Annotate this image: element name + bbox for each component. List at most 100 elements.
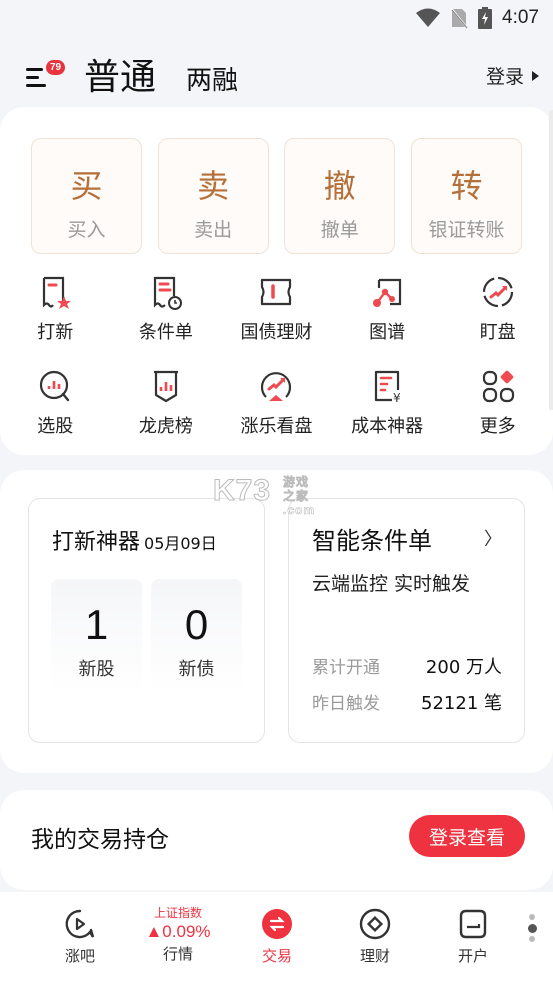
condition-order-clock-icon — [153, 276, 182, 310]
watermark-site-name: 游戏之家 — [283, 475, 310, 504]
nav-label: 开户 — [457, 947, 488, 965]
feature-treasury-bond[interactable]: 国债理财 — [221, 272, 332, 344]
sell-button[interactable]: 卖 卖出 — [157, 138, 269, 254]
more-options-button[interactable] — [527, 914, 537, 942]
market-index-name: 上证指数 — [153, 906, 202, 920]
wifi-icon — [416, 8, 441, 27]
smart-order-title: 智能条件单 — [312, 527, 432, 555]
nav-trade[interactable]: 交易 — [237, 892, 317, 966]
caret-right-icon — [532, 70, 539, 81]
buy-glyph: 买 — [70, 167, 103, 205]
holdings-card: 我的交易持仓 登录查看 — [0, 790, 553, 890]
exchange-icon — [262, 909, 292, 939]
login-view-button[interactable]: 登录查看 — [409, 815, 525, 857]
clock: 4:07 — [502, 7, 539, 28]
menu-button[interactable]: 79 — [26, 60, 70, 90]
feature-dragon-tiger-list[interactable]: 龙虎榜 — [111, 366, 222, 438]
feature-watch[interactable]: 盯盘 — [442, 272, 553, 344]
feature-stock-picker[interactable]: 选股 — [0, 366, 111, 438]
svg-text:¥: ¥ — [393, 391, 401, 405]
nav-open-account[interactable]: 开户 — [433, 892, 513, 966]
battery-charging-icon — [478, 7, 493, 29]
tab-margin-account[interactable]: 两融 — [186, 60, 238, 97]
smart-order-desc: 云端监控 实时触发 — [312, 573, 471, 595]
new-stocks-stat[interactable]: 1 新股 — [51, 579, 142, 694]
feature-grid: 打新 条件单 国债理财 图谱 盯盘 选股 龙虎榜 涨乐看盘 ¥ 成本神器 更多 — [0, 272, 553, 438]
bottom-nav: 涨吧 上证指数 ▲0.09% 行情 交易 理财 开户 — [0, 892, 553, 983]
nav-wealth[interactable]: 理财 — [335, 892, 415, 966]
cancel-glyph: 撤 — [323, 167, 356, 205]
play-bubble-icon — [65, 909, 95, 939]
notification-badge: 79 — [46, 60, 66, 75]
sell-glyph: 卖 — [197, 167, 230, 205]
new-bonds-label: 新债 — [178, 659, 215, 680]
bank-transfer-button[interactable]: 转 银证转账 — [410, 138, 522, 254]
feature-more[interactable]: 更多 — [442, 366, 553, 438]
menu-icon — [26, 68, 43, 71]
market-view-icon — [261, 372, 292, 401]
login-link[interactable]: 登录 — [486, 62, 539, 89]
status-bar: 4:07 — [0, 0, 553, 38]
ipo-tool-name: 打新神器 — [52, 530, 141, 555]
ipo-tool-panel[interactable]: 打新神器 05月09日 1 新股 0 新债 — [28, 498, 265, 743]
nav-community[interactable]: 涨吧 — [40, 892, 120, 966]
nav-label: 交易 — [261, 947, 292, 965]
no-sim-icon — [450, 7, 468, 29]
feature-graph[interactable]: 图谱 — [332, 272, 443, 344]
login-label: 登录 — [485, 66, 524, 88]
tab-normal-account[interactable]: 普通 — [84, 48, 156, 100]
bond-ticket-icon — [261, 278, 292, 306]
nav-label: 行情 — [162, 945, 193, 963]
stat-row: 昨日触发 52121 笔 — [312, 689, 502, 715]
buy-label: 买入 — [67, 219, 106, 241]
ipo-tool-title: 打新神器 05月09日 — [52, 524, 217, 556]
watermark-domain: .com — [283, 503, 316, 518]
nav-label: 涨吧 — [64, 947, 95, 965]
feature-label: 图谱 — [369, 322, 406, 343]
coin-diamond-icon — [359, 908, 391, 940]
smart-order-panel[interactable]: 智能条件单 〉 云端监控 实时触发 累计开通 200 万人 昨日触发 52121… — [288, 498, 525, 743]
feature-condition-order[interactable]: 条件单 — [111, 272, 222, 344]
feature-ipo[interactable]: 打新 — [0, 272, 111, 344]
transfer-label: 银证转账 — [428, 219, 505, 241]
watch-trend-icon — [482, 276, 513, 308]
menu-icon-bar — [26, 84, 46, 87]
stat-value: 200 万人 — [425, 657, 502, 678]
feature-label: 国债理财 — [240, 322, 313, 343]
buy-button[interactable]: 买 买入 — [31, 138, 142, 254]
new-bonds-stat[interactable]: 0 新债 — [151, 579, 242, 694]
nav-market[interactable]: 上证指数 ▲0.09% 行情 — [138, 904, 218, 964]
more-apps-icon — [482, 370, 514, 403]
feature-market-view[interactable]: 涨乐看盘 — [221, 366, 332, 438]
watermark-logo: K73 游戏之家 .com — [212, 474, 314, 518]
feature-label: 涨乐看盘 — [240, 416, 313, 437]
stock-search-icon — [40, 370, 70, 402]
watermark-sub: 游戏之家 .com — [283, 475, 316, 518]
menu-icon-bar — [26, 76, 39, 79]
transfer-glyph: 转 — [450, 167, 483, 205]
cost-yen-icon: ¥ — [374, 370, 401, 405]
stat-key: 累计开通 — [312, 658, 380, 678]
new-stocks-label: 新股 — [78, 659, 115, 680]
scrollbar[interactable] — [549, 110, 553, 410]
dot-icon — [527, 924, 537, 933]
feature-label: 更多 — [479, 416, 516, 437]
cancel-order-button[interactable]: 撤 撤单 — [284, 138, 396, 254]
trade-card: 买 买入 卖 卖出 撤 撤单 转 银证转账 打新 条件单 国债理财 图谱 盯盘 … — [0, 107, 553, 455]
dot-icon — [529, 936, 535, 942]
stat-row: 累计开通 200 万人 — [312, 653, 502, 679]
graph-nodes-icon — [373, 278, 402, 307]
account-open-icon — [459, 909, 487, 939]
feature-label: 盯盘 — [479, 322, 516, 343]
chevron-right-icon: 〉 — [484, 529, 502, 550]
cancel-label: 撤单 — [320, 219, 359, 241]
market-index-change: ▲0.09% — [145, 922, 211, 941]
watermark-text: K73 — [212, 474, 272, 508]
header: 79 普通 两融 登录 — [0, 44, 553, 100]
sell-label: 卖出 — [194, 219, 233, 241]
nav-label: 理财 — [359, 947, 390, 965]
ipo-ticket-star-icon — [43, 276, 72, 309]
feature-cost-tool[interactable]: ¥ 成本神器 — [332, 366, 443, 438]
feature-label: 成本神器 — [351, 416, 424, 437]
feature-label: 选股 — [37, 416, 74, 437]
